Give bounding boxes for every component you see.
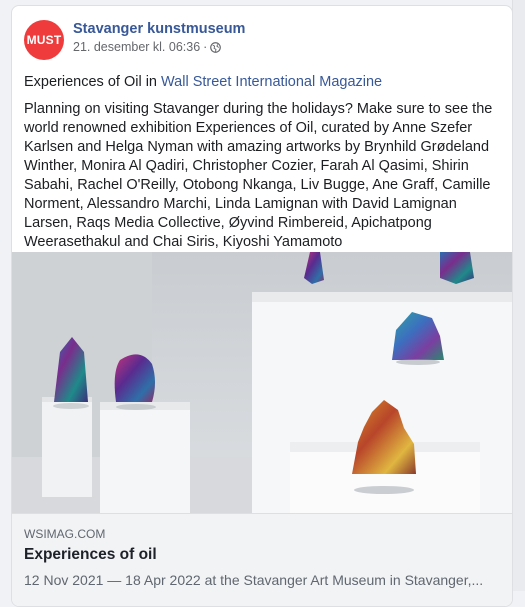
exhibition-photo[interactable] [12,252,512,513]
post-meta: 21. desember kl. 06:36 · [73,40,222,54]
post-body: Planning on visiting Stavanger during th… [24,101,493,250]
post-headline: Experiences of Oil in Wall Street Intern… [24,73,500,92]
link-description: 12 Nov 2021 — 18 Apr 2022 at the Stavang… [24,572,484,588]
post-timestamp[interactable]: 21. desember kl. 06:36 [73,40,200,54]
meta-separator: · [203,40,208,54]
avatar-logo-text: MUST [26,33,62,47]
link-title[interactable]: Experiences of oil [24,546,157,564]
link-domain: WSIMAG.COM [24,527,106,541]
globe-icon[interactable] [210,41,222,53]
facebook-post-card: MUST Stavanger kunstmuseum 21. desember … [11,5,513,607]
page-scrollbar[interactable] [512,0,525,591]
magazine-link[interactable]: Wall Street International Magazine [161,74,382,90]
post-text: Experiences of Oil in Wall Street Intern… [12,64,512,252]
page-name-link[interactable]: Stavanger kunstmuseum [73,21,245,37]
headline-prefix: Experiences of Oil in [24,74,162,90]
post-header: MUST Stavanger kunstmuseum 21. desember … [12,6,512,64]
link-preview[interactable]: WSIMAG.COM Experiences of oil 12 Nov 202… [12,513,512,606]
page-avatar[interactable]: MUST [24,20,64,60]
